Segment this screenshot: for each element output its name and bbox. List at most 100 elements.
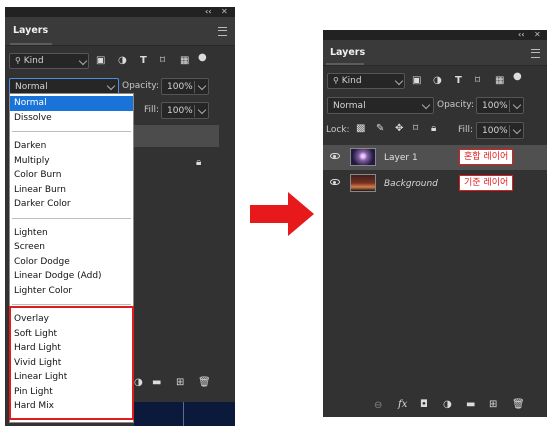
left-tab-bar: Layers <box>5 17 235 46</box>
left-window-strip: ‹‹ ✕ <box>5 7 235 17</box>
lock-artboard-icon[interactable]: ⌑ <box>413 124 418 134</box>
image-filter-icon[interactable]: ▣ <box>96 56 105 66</box>
folder-icon[interactable]: ▬ <box>152 378 161 388</box>
left-fill-field[interactable]: 100% <box>161 102 209 119</box>
shape-filter-icon[interactable]: ⌑ <box>475 76 480 86</box>
close-icon[interactable]: ✕ <box>534 30 541 40</box>
trash-icon[interactable]: 🗑︎ <box>198 378 211 388</box>
visibility-eye-icon[interactable] <box>330 179 340 185</box>
right-kind-label: ⚲ Kind <box>333 76 362 86</box>
blend-mode-option[interactable]: Lighter Color <box>10 284 133 299</box>
blend-mode-option[interactable]: Normal <box>10 96 133 111</box>
layer-row-background[interactable]: Background <box>323 171 547 196</box>
collapse-icon[interactable]: ‹‹ <box>518 30 525 40</box>
link-icon[interactable]: ⊖ <box>374 401 382 411</box>
chevron-down-icon <box>394 76 404 86</box>
adjustment-filter-icon[interactable]: ◑ <box>118 56 127 66</box>
left-layer-row-highlight <box>134 125 219 147</box>
mask-icon[interactable]: ◘ <box>420 400 428 410</box>
blend-mode-option[interactable]: Lighten <box>10 226 133 241</box>
right-opacity-label: Opacity: <box>437 100 474 110</box>
blend-layer-annotation: 혼합 레이어 <box>459 149 514 165</box>
right-tab-bar: Layers <box>323 40 547 66</box>
new-layer-icon[interactable]: ⊞ <box>176 378 184 388</box>
collapse-icon[interactable]: ‹‹ <box>205 7 212 17</box>
layer-row-layer-1[interactable]: Layer 1 <box>323 145 547 170</box>
lock-label: Lock: <box>326 125 350 135</box>
right-opacity-field[interactable]: 100% <box>476 97 524 114</box>
right-kind-filter[interactable]: ⚲ Kind <box>327 73 405 89</box>
lock-image-icon[interactable]: ✎ <box>376 124 384 134</box>
adjustment-filter-icon[interactable]: ◑ <box>433 76 442 86</box>
background-thumbnail <box>350 174 376 192</box>
field-divider <box>194 105 195 117</box>
blend-mode-option[interactable]: Multiply <box>10 154 133 169</box>
adjustment-icon[interactable]: ◑ <box>443 400 452 410</box>
right-blend-mode-select[interactable]: Normal <box>327 97 434 114</box>
right-tab-layers[interactable]: Layers <box>330 47 365 58</box>
left-fill-value: 100% <box>167 105 193 116</box>
canvas-strip <box>134 402 235 426</box>
smart-object-filter-icon[interactable]: ▦ <box>180 56 189 66</box>
field-divider <box>509 125 510 137</box>
trash-icon[interactable]: 🗑︎ <box>512 400 525 410</box>
new-layer-icon[interactable]: ⊞ <box>489 400 497 410</box>
left-kind-filter[interactable]: ⚲ Kind <box>9 53 89 69</box>
chevron-down-icon <box>421 100 431 110</box>
lock-transparent-icon[interactable]: ▩ <box>356 124 365 134</box>
smart-object-filter-icon[interactable]: ▦ <box>495 76 504 86</box>
adjustment-icon[interactable]: ◑ <box>134 378 143 388</box>
menu-separator <box>12 131 131 132</box>
menu-separator <box>12 217 131 219</box>
blend-mode-option[interactable]: Color Dodge <box>10 255 133 270</box>
canvas-divider <box>183 402 184 426</box>
chevron-down-icon[interactable] <box>512 125 522 135</box>
left-tab-layers[interactable]: Layers <box>13 25 48 36</box>
fx-icon[interactable]: fx <box>398 400 407 410</box>
lock-position-icon[interactable]: ✥ <box>395 124 403 134</box>
base-layer-annotation: 기준 레이어 <box>459 175 514 191</box>
right-window-strip: ‹‹ ✕ <box>323 30 547 40</box>
right-tab-underline <box>326 63 364 65</box>
panel-menu-icon[interactable] <box>531 49 540 58</box>
folder-icon[interactable]: ▬ <box>466 400 475 410</box>
layer-1-thumbnail <box>350 148 376 166</box>
left-kind-label: ⚲ Kind <box>15 56 44 66</box>
left-opacity-field[interactable]: 100% <box>161 78 209 95</box>
left-blend-mode-value: Normal <box>15 81 48 92</box>
blend-mode-option[interactable]: Color Burn <box>10 168 133 183</box>
field-divider <box>194 81 195 93</box>
blend-mode-option[interactable]: Linear Dodge (Add) <box>10 269 133 284</box>
image-filter-icon[interactable]: ▣ <box>412 76 421 86</box>
background-name[interactable]: Background <box>384 179 438 189</box>
lock-icon: 🔒︎ <box>196 157 202 168</box>
chevron-down-icon[interactable] <box>197 105 207 115</box>
close-icon[interactable]: ✕ <box>221 7 228 17</box>
panel-menu-icon[interactable] <box>218 27 227 36</box>
visibility-eye-icon[interactable] <box>330 153 340 159</box>
lock-all-icon[interactable]: 🔒︎ <box>431 124 436 134</box>
blend-mode-option[interactable]: Dissolve <box>10 111 133 126</box>
blend-mode-option[interactable]: Darker Color <box>10 197 133 212</box>
layer-1-name[interactable]: Layer 1 <box>384 153 418 163</box>
blend-mode-option[interactable]: Darken <box>10 139 133 154</box>
right-blend-mode-value: Normal <box>333 100 366 111</box>
chevron-down-icon[interactable] <box>512 100 522 110</box>
left-fill-label: Fill: <box>144 105 160 115</box>
type-filter-icon[interactable]: T <box>140 56 147 66</box>
arrow-right-icon <box>250 192 314 236</box>
filter-toggle-icon[interactable]: ● <box>513 72 522 82</box>
blend-mode-option[interactable]: Screen <box>10 240 133 255</box>
left-opacity-value: 100% <box>167 81 193 92</box>
chevron-down-icon[interactable] <box>197 81 207 91</box>
type-filter-icon[interactable]: T <box>455 76 462 86</box>
right-fill-label: Fill: <box>458 125 474 135</box>
filter-toggle-icon[interactable]: ● <box>198 53 207 63</box>
shape-filter-icon[interactable]: ⌑ <box>160 56 165 66</box>
chevron-down-icon <box>78 56 88 66</box>
menu-separator <box>12 304 131 305</box>
right-fill-value: 100% <box>482 125 508 136</box>
right-opacity-value: 100% <box>482 100 508 111</box>
blend-mode-option[interactable]: Linear Burn <box>10 183 133 198</box>
right-fill-field[interactable]: 100% <box>476 122 524 139</box>
